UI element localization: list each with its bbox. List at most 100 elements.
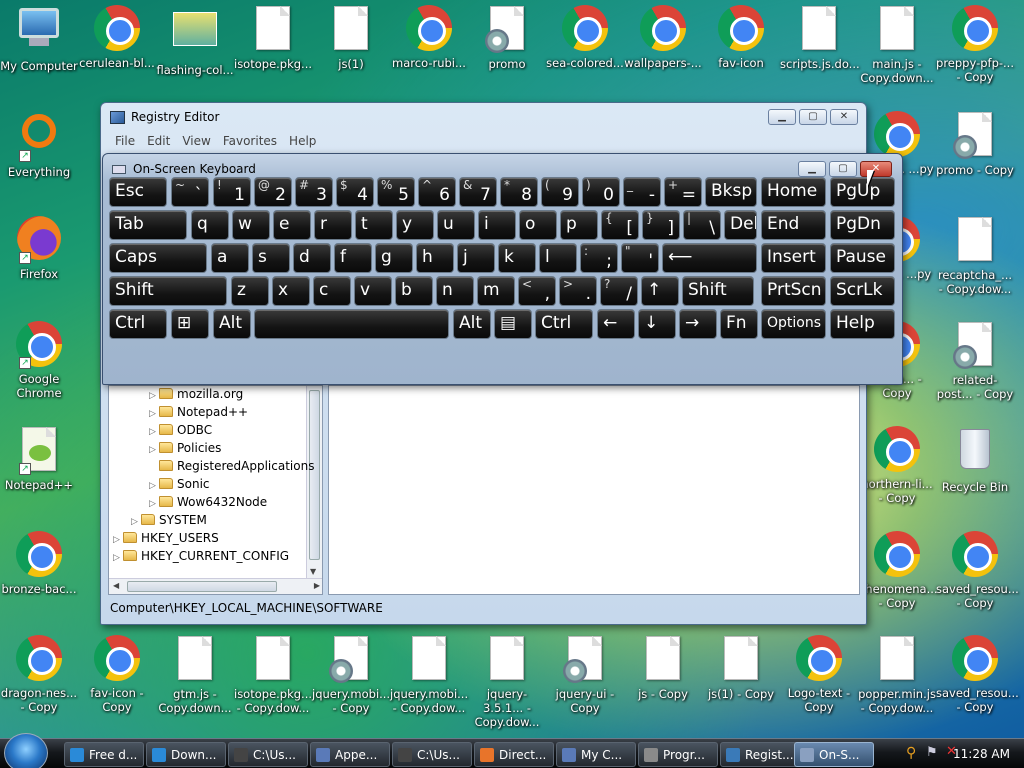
close-button[interactable]: ✕ xyxy=(830,109,858,125)
registry-values-pane[interactable] xyxy=(328,385,860,595)
key-symbol[interactable]: #3 xyxy=(295,177,333,207)
desktop-icon[interactable]: saved_resou... - Copy xyxy=(936,530,1019,610)
key-home[interactable]: Home xyxy=(761,177,826,207)
key-esc[interactable]: Esc xyxy=(109,177,167,207)
key-alt[interactable]: Alt xyxy=(453,309,491,339)
key-symbol[interactable]: ! 1 xyxy=(213,177,251,207)
desktop-icon[interactable]: phenomena... - Copy xyxy=(858,530,938,610)
key-symbol[interactable]: _ - xyxy=(623,177,661,207)
key-symbol[interactable]: (9 xyxy=(541,177,579,207)
key-insert[interactable]: Insert xyxy=(761,243,826,273)
key-symbol[interactable]: % 5 xyxy=(377,177,415,207)
key-symbol[interactable]: ⟵ xyxy=(662,243,757,273)
key-symbol[interactable]: " ' xyxy=(621,243,659,273)
key-ctrl[interactable]: Ctrl xyxy=(535,309,593,339)
key-symbol[interactable]: ↑ xyxy=(641,276,679,306)
key-shift[interactable]: Shift xyxy=(682,276,754,306)
key-g[interactable]: g xyxy=(375,243,413,273)
desktop-icon[interactable]: flashing-col... xyxy=(156,4,234,77)
tree-expand-arrow-icon[interactable]: ▷ xyxy=(131,517,141,527)
key-alt[interactable]: Alt xyxy=(213,309,251,339)
key-pgup[interactable]: PgUp xyxy=(830,177,895,207)
desktop-icon[interactable]: jquery-3.5.1... - Copy.dow... xyxy=(468,634,546,729)
key-shift[interactable]: Shift xyxy=(109,276,227,306)
desktop-icon[interactable]: promo xyxy=(468,4,546,71)
key-tab[interactable]: Tab xyxy=(109,210,187,240)
clock[interactable]: 11:28 AM xyxy=(953,747,1010,761)
desktop-icon[interactable]: Logo-text - Copy xyxy=(780,634,858,714)
key-end[interactable]: End xyxy=(761,210,826,240)
key-bksp[interactable]: Bksp xyxy=(705,177,757,207)
desktop-icon[interactable]: popper.min.js - Copy.dow... xyxy=(858,634,936,715)
desktop-icon[interactable]: dragon-nes... - Copy xyxy=(0,634,78,714)
search-icon[interactable]: ⚲ xyxy=(906,745,916,761)
key-pause[interactable]: Pause xyxy=(830,243,895,273)
desktop-icon[interactable]: main.js - Copy.down... xyxy=(858,4,936,85)
key-symbol[interactable]: ) 0 xyxy=(582,177,620,207)
menu-help[interactable]: Help xyxy=(283,131,322,151)
desktop-icon[interactable]: ↗ Everything xyxy=(0,110,78,179)
tree-item[interactable]: ▷ HKEY_CURRENT_CONFIG xyxy=(113,549,289,567)
key-options[interactable]: Options xyxy=(761,309,826,339)
key-symbol[interactable]: & 7 xyxy=(459,177,497,207)
key-q[interactable]: q xyxy=(191,210,229,240)
scroll-down-arrow-icon[interactable]: ▼ xyxy=(310,567,316,576)
desktop-icon[interactable]: scripts.js.do... xyxy=(780,4,860,71)
key-scrlk[interactable]: ScrLk xyxy=(830,276,895,306)
tree-horizontal-scrollbar[interactable]: ◀ ▶ xyxy=(109,578,322,594)
key-symbol[interactable]: ⊞ xyxy=(171,309,209,339)
taskbar-button[interactable]: Regist... xyxy=(720,742,800,767)
menu-favorites[interactable]: Favorites xyxy=(217,131,283,151)
taskbar-button[interactable]: C:\Us... xyxy=(392,742,472,767)
key-v[interactable]: v xyxy=(354,276,392,306)
key-help[interactable]: Help xyxy=(830,309,895,339)
desktop-icon[interactable]: isotope.pkg... - Copy.dow... xyxy=(234,634,312,715)
scroll-left-arrow-icon[interactable]: ◀ xyxy=(113,581,119,590)
tree-item[interactable]: ▷ Wow6432Node xyxy=(149,495,267,513)
key-s[interactable]: s xyxy=(252,243,290,273)
key-r[interactable]: r xyxy=(314,210,352,240)
key-symbol[interactable]: + = xyxy=(664,177,702,207)
key-a[interactable]: a xyxy=(211,243,249,273)
desktop-icon[interactable]: fav-icon - Copy xyxy=(78,634,156,714)
tree-expand-arrow-icon[interactable]: ▷ xyxy=(149,391,159,401)
key-symbol[interactable]: ↓ xyxy=(638,309,676,339)
key-n[interactable]: n xyxy=(436,276,474,306)
taskbar-button[interactable]: On-S... xyxy=(794,742,874,767)
key-symbol[interactable]: → xyxy=(679,309,717,339)
key-symbol[interactable]: <, xyxy=(518,276,556,306)
registry-editor-titlebar[interactable]: Registry Editor ▁ ▢ ✕ xyxy=(101,103,866,131)
desktop-icon[interactable]: jquery.mobi... - Copy xyxy=(312,634,390,715)
key-symbol[interactable]: ← xyxy=(597,309,635,339)
key-symbol[interactable]: :; xyxy=(580,243,618,273)
tree-expand-arrow-icon[interactable]: ▷ xyxy=(149,427,159,437)
taskbar-button[interactable]: My C... xyxy=(556,742,636,767)
desktop-icon[interactable]: js(1) xyxy=(312,4,390,71)
key-caps[interactable]: Caps xyxy=(109,243,207,273)
key-e[interactable]: e xyxy=(273,210,311,240)
key-d[interactable]: d xyxy=(293,243,331,273)
desktop-icon[interactable]: ↗ Firefox xyxy=(0,215,78,281)
start-button[interactable] xyxy=(4,733,48,768)
desktop-icon[interactable]: My Computer xyxy=(0,4,78,73)
key-backslash[interactable]: | \ xyxy=(683,210,721,240)
desktop-icon[interactable]: promo - Copy xyxy=(936,110,1014,177)
osk-minimize-button[interactable]: ▁ xyxy=(798,161,826,177)
key-prtscn[interactable]: PrtScn xyxy=(761,276,826,306)
key-symbol[interactable]: ^ 6 xyxy=(418,177,456,207)
tree-expand-arrow-icon[interactable]: ▷ xyxy=(113,553,123,563)
tree-expand-arrow-icon[interactable]: ▷ xyxy=(113,535,123,545)
key-x[interactable]: x xyxy=(272,276,310,306)
taskbar-button[interactable]: C:\Us... xyxy=(228,742,308,767)
desktop-icon[interactable]: ↗ Google Chrome xyxy=(0,320,78,400)
key-symbol[interactable]: ~ ` xyxy=(171,177,209,207)
key-c[interactable]: c xyxy=(313,276,351,306)
key-symbol[interactable]: }] xyxy=(642,210,680,240)
key-w[interactable]: w xyxy=(232,210,270,240)
tree-expand-arrow-icon[interactable]: ▷ xyxy=(149,481,159,491)
key-symbol[interactable]: >. xyxy=(559,276,597,306)
desktop-icon[interactable]: js(1) - Copy xyxy=(702,634,780,701)
key-pgdn[interactable]: PgDn xyxy=(830,210,895,240)
tree-item[interactable]: ▷ ODBC xyxy=(149,423,212,441)
registry-tree-pane[interactable]: ▼ ◀ ▶ ▷ mozilla.org ▷ Notepad++ ▷ ODBC ▷ Polici… xyxy=(108,385,323,595)
